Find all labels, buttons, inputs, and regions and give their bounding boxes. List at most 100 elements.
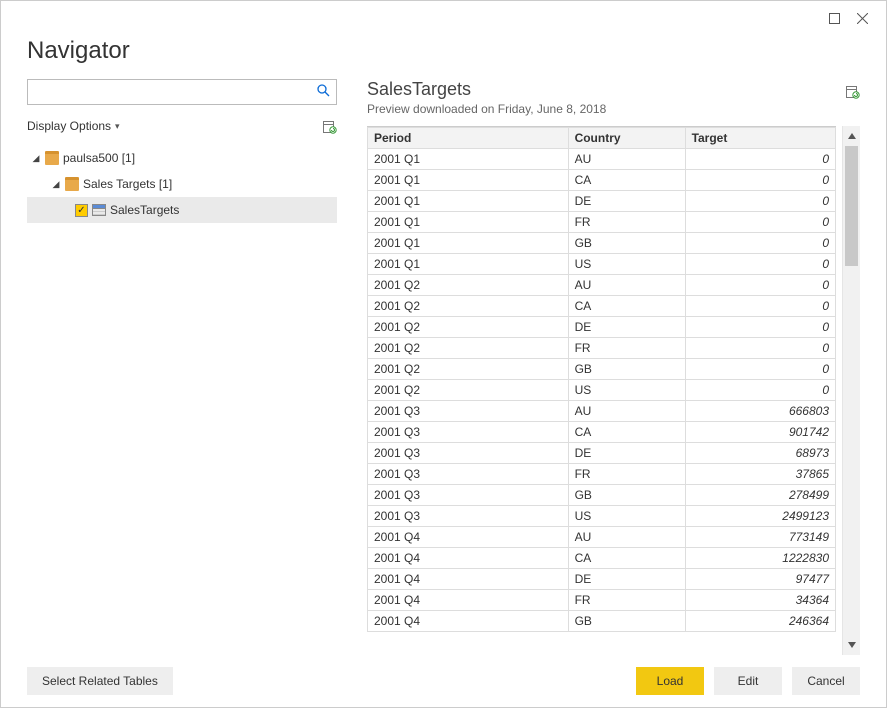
search-icon[interactable] <box>317 84 330 100</box>
table-row[interactable]: 2001 Q1AU0 <box>368 149 836 170</box>
scroll-track[interactable] <box>843 146 860 635</box>
table-row[interactable]: 2001 Q1CA0 <box>368 170 836 191</box>
table-row[interactable]: 2001 Q2AU0 <box>368 275 836 296</box>
table-row[interactable]: 2001 Q4GB246364 <box>368 611 836 632</box>
table-row[interactable]: 2001 Q3GB278499 <box>368 485 836 506</box>
cell-country: DE <box>568 443 685 464</box>
cell-country: GB <box>568 611 685 632</box>
checkbox-checked[interactable]: ✓ <box>75 204 88 217</box>
cell-target: 97477 <box>685 569 835 590</box>
cell-country: FR <box>568 338 685 359</box>
cell-target: 0 <box>685 380 835 401</box>
cell-country: AU <box>568 275 685 296</box>
table-row[interactable]: 2001 Q3FR37865 <box>368 464 836 485</box>
cell-country: CA <box>568 548 685 569</box>
cell-period: 2001 Q1 <box>368 191 569 212</box>
cell-target: 68973 <box>685 443 835 464</box>
cell-target: 0 <box>685 212 835 233</box>
table-row[interactable]: 2001 Q4DE97477 <box>368 569 836 590</box>
cell-period: 2001 Q2 <box>368 359 569 380</box>
cell-country: US <box>568 380 685 401</box>
cell-country: GB <box>568 485 685 506</box>
table-row[interactable]: 2001 Q2CA0 <box>368 296 836 317</box>
maximize-button[interactable] <box>820 7 848 29</box>
load-button[interactable]: Load <box>636 667 704 695</box>
preview-title: SalesTargets <box>367 79 606 100</box>
tree-node-root[interactable]: ◢ paulsa500 [1] <box>27 145 337 171</box>
cell-period: 2001 Q1 <box>368 233 569 254</box>
close-button[interactable] <box>848 7 876 29</box>
table-row[interactable]: 2001 Q1GB0 <box>368 233 836 254</box>
column-header-country[interactable]: Country <box>568 128 685 149</box>
display-options-button[interactable]: Display Options ▾ <box>27 119 120 133</box>
table-row[interactable]: 2001 Q4FR34364 <box>368 590 836 611</box>
vertical-scrollbar[interactable] <box>842 126 860 655</box>
collapse-icon[interactable]: ◢ <box>51 179 61 190</box>
database-icon <box>45 151 59 165</box>
cell-country: FR <box>568 212 685 233</box>
column-header-period[interactable]: Period <box>368 128 569 149</box>
cell-country: AU <box>568 527 685 548</box>
table-row[interactable]: 2001 Q3US2499123 <box>368 506 836 527</box>
scroll-up-arrow[interactable] <box>843 126 860 146</box>
display-options-label: Display Options <box>27 119 111 133</box>
database-icon <box>65 177 79 191</box>
table-row[interactable]: 2001 Q2DE0 <box>368 317 836 338</box>
table-row[interactable]: 2001 Q3AU666803 <box>368 401 836 422</box>
search-box[interactable] <box>27 79 337 105</box>
cell-target: 0 <box>685 359 835 380</box>
refresh-icon <box>845 84 860 99</box>
tree-node-folder[interactable]: ◢ Sales Targets [1] <box>27 171 337 197</box>
cell-period: 2001 Q2 <box>368 317 569 338</box>
table-row[interactable]: 2001 Q1FR0 <box>368 212 836 233</box>
collapse-icon[interactable]: ◢ <box>31 153 41 164</box>
cell-period: 2001 Q1 <box>368 170 569 191</box>
scroll-thumb[interactable] <box>845 146 858 266</box>
nav-tree: ◢ paulsa500 [1] ◢ Sales Targets [1] ✓ Sa… <box>27 145 337 223</box>
cell-target: 278499 <box>685 485 835 506</box>
cell-country: DE <box>568 569 685 590</box>
refresh-button[interactable] <box>321 118 337 134</box>
preview-panel: SalesTargets Preview downloaded on Frida… <box>367 79 860 655</box>
cell-country: GB <box>568 233 685 254</box>
cell-country: GB <box>568 359 685 380</box>
chevron-down-icon: ▾ <box>115 121 120 132</box>
scroll-down-arrow[interactable] <box>843 635 860 655</box>
table-row[interactable]: 2001 Q2FR0 <box>368 338 836 359</box>
preview-refresh-button[interactable] <box>844 83 860 99</box>
cell-target: 0 <box>685 317 835 338</box>
cell-country: US <box>568 254 685 275</box>
cell-target: 37865 <box>685 464 835 485</box>
tree-node-label: SalesTargets <box>110 203 179 217</box>
tree-node-table[interactable]: ✓ SalesTargets <box>27 197 337 223</box>
refresh-icon <box>322 119 337 134</box>
cancel-button[interactable]: Cancel <box>792 667 860 695</box>
table-row[interactable]: 2001 Q2GB0 <box>368 359 836 380</box>
preview-table: Period Country Target 2001 Q1AU02001 Q1C… <box>367 127 836 632</box>
table-row[interactable]: 2001 Q2US0 <box>368 380 836 401</box>
cell-period: 2001 Q4 <box>368 569 569 590</box>
table-row[interactable]: 2001 Q1US0 <box>368 254 836 275</box>
table-row[interactable]: 2001 Q4AU773149 <box>368 527 836 548</box>
cell-target: 1222830 <box>685 548 835 569</box>
tree-node-label: paulsa500 [1] <box>63 151 135 165</box>
cell-period: 2001 Q2 <box>368 275 569 296</box>
edit-button[interactable]: Edit <box>714 667 782 695</box>
search-input[interactable] <box>34 84 317 100</box>
select-related-tables-button[interactable]: Select Related Tables <box>27 667 173 695</box>
cell-target: 773149 <box>685 527 835 548</box>
cell-target: 901742 <box>685 422 835 443</box>
cell-period: 2001 Q3 <box>368 443 569 464</box>
cell-target: 666803 <box>685 401 835 422</box>
cell-period: 2001 Q4 <box>368 548 569 569</box>
cell-target: 0 <box>685 191 835 212</box>
cell-target: 0 <box>685 254 835 275</box>
table-row[interactable]: 2001 Q1DE0 <box>368 191 836 212</box>
table-row[interactable]: 2001 Q3CA901742 <box>368 422 836 443</box>
column-header-target[interactable]: Target <box>685 128 835 149</box>
cell-target: 0 <box>685 149 835 170</box>
table-row[interactable]: 2001 Q4CA1222830 <box>368 548 836 569</box>
table-row[interactable]: 2001 Q3DE68973 <box>368 443 836 464</box>
cell-target: 0 <box>685 170 835 191</box>
dialog-title: Navigator <box>27 37 860 65</box>
